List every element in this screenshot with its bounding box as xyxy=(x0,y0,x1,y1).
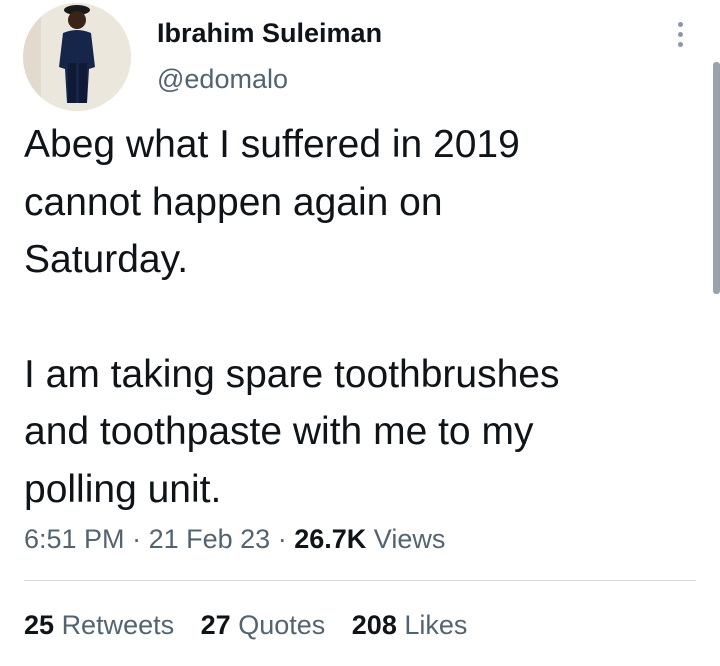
engagement-stats: 25 Retweets 27 Quotes 208 Likes xyxy=(24,606,486,644)
avatar[interactable] xyxy=(23,3,131,111)
author-handle[interactable]: @edomalo xyxy=(157,63,288,95)
meta-separator: · xyxy=(132,524,142,554)
likes-label: Likes xyxy=(404,610,468,640)
tweet-line: polling unit. xyxy=(24,467,222,511)
tweet-text: Abeg what I suffered in 2019 cannot happ… xyxy=(24,116,694,518)
author-display-name[interactable]: Ibrahim Suleiman xyxy=(157,17,382,49)
more-options-button[interactable] xyxy=(664,16,696,52)
retweets-label: Retweets xyxy=(61,610,175,640)
tweet-line: I am taking spare toothbrushes xyxy=(24,352,560,396)
tweet-line: Abeg what I suffered in 2019 xyxy=(24,123,520,166)
profile-photo xyxy=(23,3,131,111)
retweets-stat[interactable]: 25 Retweets xyxy=(24,606,174,644)
tweet-meta: 6:51 PM · 21 Feb 23 · 26.7K Views xyxy=(24,520,445,558)
quotes-count: 27 xyxy=(200,610,231,640)
tweet-line: Saturday. xyxy=(24,238,189,281)
quotes-label: Quotes xyxy=(238,610,326,640)
quotes-stat[interactable]: 27 Quotes xyxy=(201,606,326,644)
more-vertical-icon-dot xyxy=(677,31,683,37)
more-vertical-icon-dot xyxy=(677,41,683,47)
likes-count: 208 xyxy=(351,610,397,640)
likes-stat[interactable]: 208 Likes xyxy=(352,606,468,644)
tweet-line: and toothpaste with me to my xyxy=(24,410,534,453)
scrollbar[interactable] xyxy=(713,62,720,294)
views-label: Views xyxy=(373,524,446,554)
views-count: 26.7K xyxy=(294,524,367,554)
meta-separator: · xyxy=(277,524,287,554)
retweets-count: 25 xyxy=(24,610,55,640)
divider xyxy=(24,580,696,581)
more-vertical-icon xyxy=(677,21,683,27)
tweet-line: cannot happen again on xyxy=(24,180,443,224)
tweet-date[interactable]: 21 Feb 23 xyxy=(149,524,271,554)
tweet-time[interactable]: 6:51 PM xyxy=(24,524,125,554)
